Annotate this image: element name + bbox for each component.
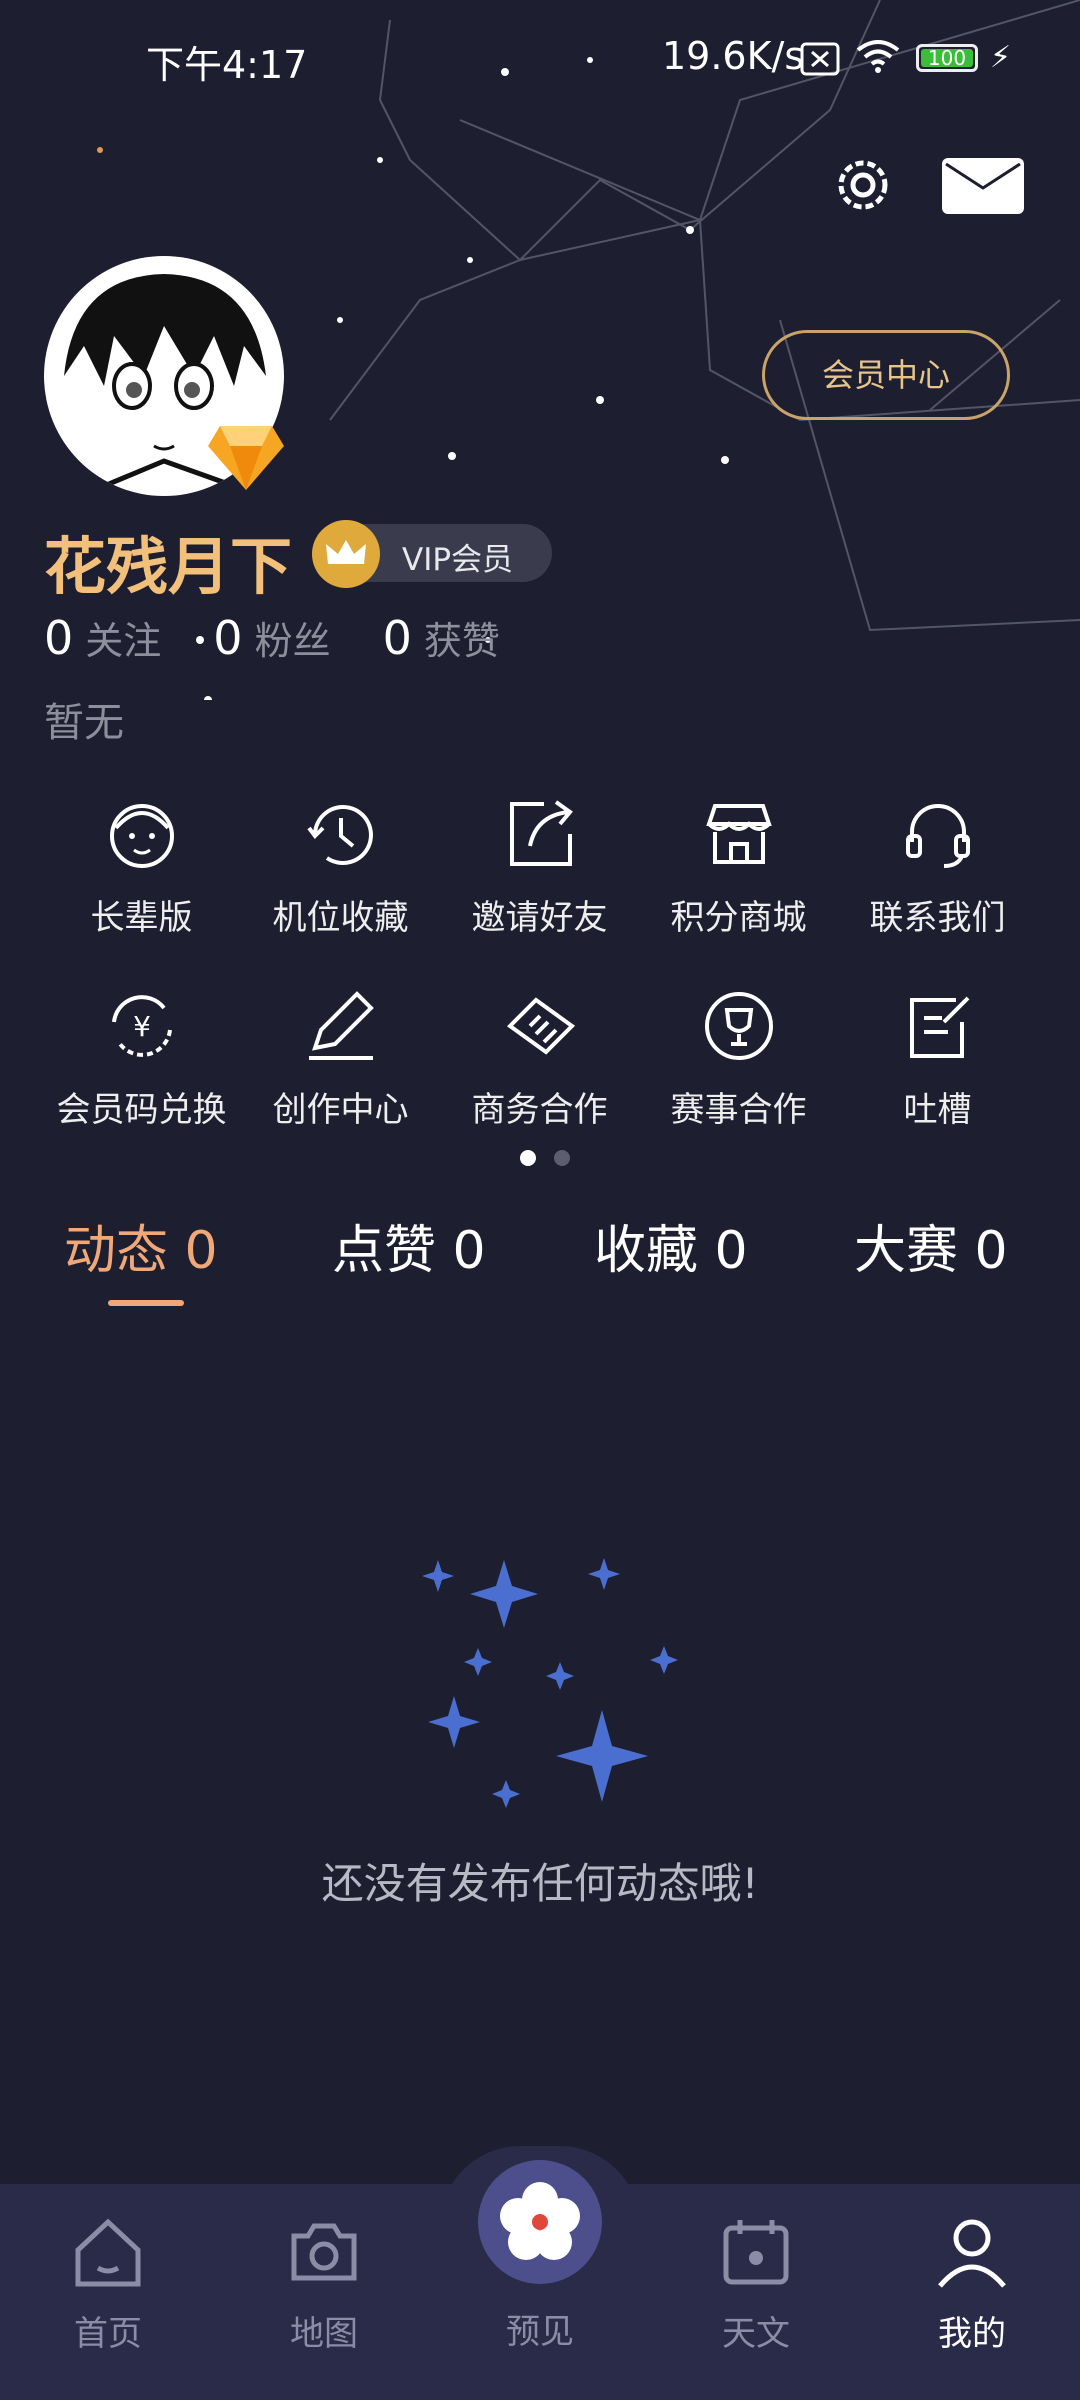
sparkle-stars-icon bbox=[422, 1558, 678, 1808]
nav-mine[interactable]: 我的 bbox=[902, 2214, 1042, 2355]
feature-spot-favorites[interactable]: 机位收藏 bbox=[241, 790, 440, 982]
page-indicator bbox=[520, 1150, 588, 1170]
profile-bio: 暂无 bbox=[44, 700, 124, 746]
tab-contests[interactable]: 大赛 0 bbox=[854, 1208, 1008, 1283]
feature-points-mall[interactable]: 积分商城 bbox=[639, 790, 838, 982]
feature-grid: 长辈版 机位收藏 邀请好友 积分商城 联系我们 ¥ 会员码兑换 创作中心 商务合… bbox=[42, 790, 1038, 1174]
network-speed: 19.6K/s bbox=[662, 34, 805, 78]
sim-icon bbox=[800, 42, 840, 76]
wifi-icon bbox=[856, 40, 900, 73]
username: 花残月下 bbox=[44, 530, 293, 603]
feature-invite-friends[interactable]: 邀请好友 bbox=[440, 790, 639, 982]
feature-contact-us[interactable]: 联系我们 bbox=[838, 790, 1037, 982]
nav-home[interactable]: 首页 bbox=[38, 2214, 178, 2355]
clock-history-icon bbox=[306, 805, 373, 866]
user-icon bbox=[938, 2219, 1006, 2288]
nav-preview-button[interactable] bbox=[478, 2160, 602, 2284]
vip-center-button[interactable]: 会员中心 bbox=[762, 330, 1010, 420]
nav-astronomy[interactable]: 天文 bbox=[686, 2214, 826, 2355]
flower-icon bbox=[500, 2182, 580, 2260]
feature-elder-mode[interactable]: 长辈版 bbox=[42, 790, 241, 982]
home-icon bbox=[75, 2218, 141, 2287]
tab-posts[interactable]: 动态 0 bbox=[64, 1208, 218, 1283]
feature-business-cooperation[interactable]: 商务合作 bbox=[440, 982, 639, 1174]
crown-icon bbox=[312, 520, 380, 588]
feature-feedback[interactable]: 吐槽 bbox=[838, 982, 1037, 1174]
camera-icon bbox=[291, 2223, 357, 2281]
tab-likes[interactable]: 点赞 0 bbox=[332, 1208, 486, 1283]
page-dot bbox=[554, 1150, 570, 1166]
calendar-icon bbox=[723, 2220, 789, 2285]
vip-badge-label: VIP会员 bbox=[402, 542, 514, 578]
following-stat[interactable]: 0 关注 bbox=[44, 610, 213, 665]
store-icon bbox=[705, 804, 772, 864]
tab-favorites[interactable]: 收藏 0 bbox=[594, 1208, 748, 1283]
pencil-icon bbox=[308, 991, 374, 1060]
handshake-icon bbox=[506, 997, 575, 1055]
feedback-icon bbox=[909, 996, 969, 1058]
trophy-icon bbox=[704, 992, 773, 1060]
mail-icon[interactable] bbox=[942, 158, 1024, 214]
elder-face-icon bbox=[109, 804, 174, 868]
charging-icon: ⚡ bbox=[990, 40, 1012, 75]
svg-text:¥: ¥ bbox=[133, 1010, 151, 1043]
feature-vip-code-exchange[interactable]: ¥ 会员码兑换 bbox=[42, 982, 241, 1174]
page-dot-active bbox=[520, 1150, 536, 1166]
battery-icon: 100 bbox=[916, 44, 978, 72]
feature-event-cooperation[interactable]: 赛事合作 bbox=[639, 982, 838, 1174]
bottom-navigation: 首页 地图 预见 天文 我的 bbox=[0, 2146, 1080, 2400]
headset-icon bbox=[905, 804, 970, 868]
status-time: 下午4:17 bbox=[146, 43, 308, 87]
share-icon bbox=[509, 800, 573, 866]
active-tab-indicator bbox=[108, 1300, 184, 1306]
yuan-exchange-icon: ¥ bbox=[111, 995, 172, 1057]
nav-map[interactable]: 地图 bbox=[254, 2214, 394, 2355]
profile-stats: 0 关注 0 粉丝 0 获赞 bbox=[44, 610, 552, 665]
status-bar: 下午4:17 19.6K/s 100 ⚡ bbox=[0, 0, 1080, 110]
empty-state-message: 还没有发布任何动态哦! bbox=[321, 1859, 759, 1908]
nav-preview[interactable]: 预见 bbox=[470, 2304, 610, 2353]
content-tabs: 动态 0 点赞 0 收藏 0 大赛 0 bbox=[0, 1200, 1080, 1310]
diamond-badge-icon bbox=[208, 426, 284, 490]
fans-stat[interactable]: 0 粉丝 bbox=[213, 610, 382, 665]
feature-creation-center[interactable]: 创作中心 bbox=[241, 982, 440, 1174]
likes-stat[interactable]: 0 获赞 bbox=[383, 610, 552, 665]
vip-badge[interactable]: VIP会员 bbox=[312, 520, 552, 588]
settings-gear-icon[interactable] bbox=[830, 152, 896, 218]
